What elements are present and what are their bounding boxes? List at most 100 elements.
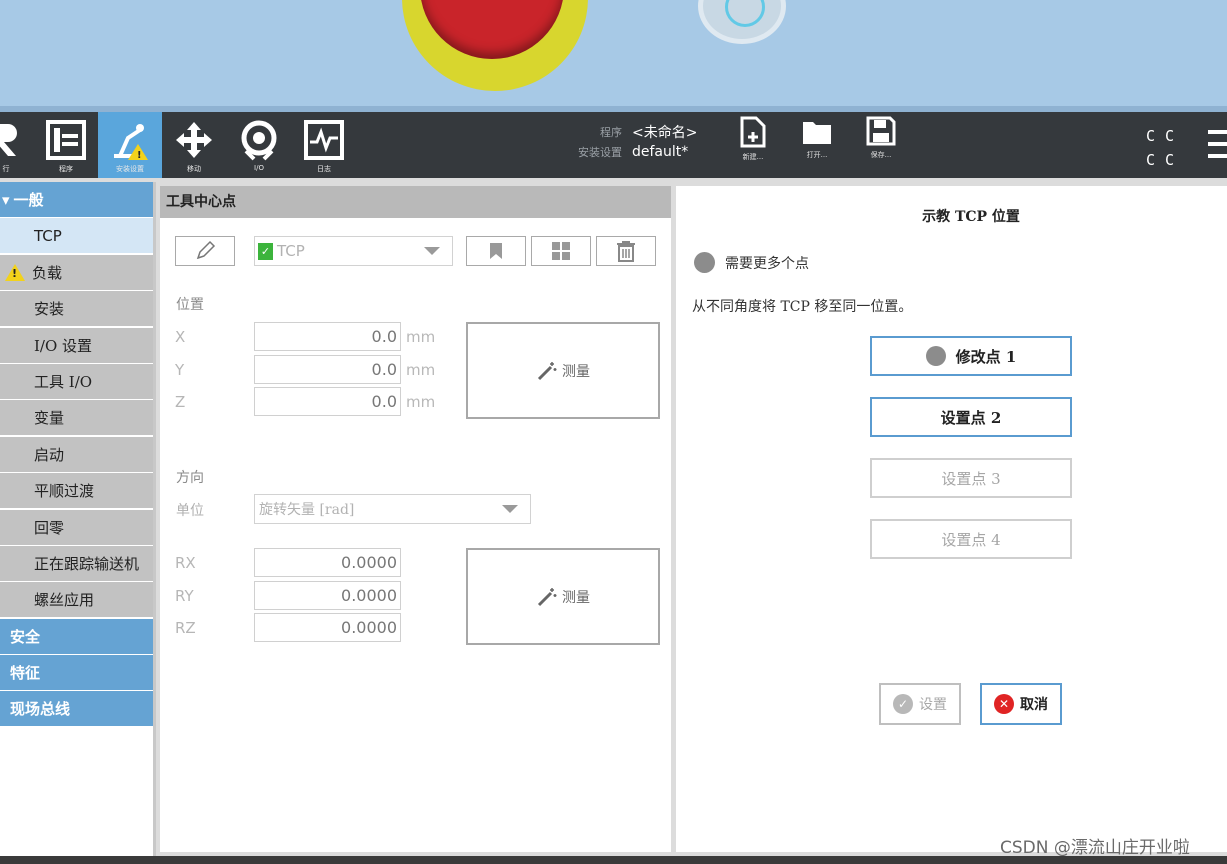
new-button[interactable]: 新建... bbox=[726, 116, 780, 178]
tcp-panel: 工具中心点 ✓ TCP 位置 X 0.0 mm Y 0.0 mm Z 0.0 m… bbox=[160, 186, 671, 852]
tcp-check-icon: ✓ bbox=[258, 243, 273, 260]
axis-label-rx: RX bbox=[175, 554, 196, 572]
sidebar: ▾一般 TCP 负载 安装 I/O 设置 工具 I/O 变量 启动 平顺过渡 回… bbox=[0, 182, 156, 864]
sidebar-item-tool-io[interactable]: 工具 I/O bbox=[0, 363, 153, 399]
power-button[interactable] bbox=[698, 0, 786, 44]
sidebar-item-variables[interactable]: 变量 bbox=[0, 400, 153, 436]
pendant-frame bbox=[0, 0, 1227, 112]
menu-icon[interactable] bbox=[1208, 130, 1227, 162]
orientation-rx-field[interactable]: 0.0000 bbox=[254, 548, 401, 577]
add-tcp-button[interactable] bbox=[531, 236, 591, 266]
sidebar-item-smooth-transition[interactable]: 平顺过渡 bbox=[0, 473, 153, 509]
sidebar-item-label: I/O 设置 bbox=[34, 336, 93, 355]
tab-move-label: 移动 bbox=[187, 165, 201, 173]
set-button[interactable]: ✓ 设置 bbox=[879, 683, 961, 725]
mode-indicator[interactable]: CC CC bbox=[1146, 124, 1190, 172]
set-default-button[interactable] bbox=[466, 236, 526, 266]
position-z-field[interactable]: 0.0 bbox=[254, 387, 401, 416]
unit-mm: mm bbox=[406, 361, 436, 379]
plus-grid-icon bbox=[552, 242, 570, 260]
point-3-button[interactable]: 设置点 3 bbox=[870, 458, 1072, 498]
point-1-button[interactable]: 修改点 1 bbox=[870, 336, 1072, 376]
sidebar-item-tcp[interactable]: TCP bbox=[0, 218, 153, 254]
measure-label: 测量 bbox=[562, 589, 590, 606]
sidebar-item-label: 负载 bbox=[32, 263, 63, 282]
rename-button[interactable] bbox=[175, 236, 235, 266]
axis-label-z: Z bbox=[175, 393, 186, 411]
rotation-unit-value: 旋转矢量 [rad] bbox=[259, 502, 355, 518]
orientation-label: 方向 bbox=[176, 470, 204, 486]
measure-label: 测量 bbox=[562, 363, 590, 380]
sidebar-item-screwdriving[interactable]: 螺丝应用 bbox=[0, 582, 153, 618]
open-button[interactable]: 打开... bbox=[790, 116, 844, 178]
sidebar-item-safety[interactable]: 安全 bbox=[0, 618, 153, 654]
warning-icon bbox=[5, 263, 25, 281]
mode-glyph: C bbox=[1146, 127, 1166, 145]
axis-label-x: X bbox=[175, 328, 186, 346]
sidebar-item-conveyor-tracking[interactable]: 正在跟踪输送机 bbox=[0, 545, 153, 581]
bookmark-icon bbox=[490, 243, 502, 259]
sidebar-item-startup[interactable]: 启动 bbox=[0, 436, 153, 472]
program-icon bbox=[44, 118, 88, 162]
install-key: 安装设置 bbox=[578, 146, 622, 159]
unit-mm: mm bbox=[406, 393, 436, 411]
orientation-rz-field[interactable]: 0.0000 bbox=[254, 613, 401, 642]
point-4-label: 设置点 4 bbox=[941, 530, 1001, 549]
point-2-button[interactable]: 设置点 2 bbox=[870, 397, 1072, 437]
rotation-unit-select[interactable]: 旋转矢量 [rad] bbox=[254, 494, 531, 524]
magic-wand-icon bbox=[537, 361, 557, 380]
point-4-button[interactable]: 设置点 4 bbox=[870, 519, 1072, 559]
program-info: 程序 <未命名> 安装设置 default* bbox=[560, 122, 720, 162]
axis-label-rz: RZ bbox=[175, 619, 196, 637]
tab-program[interactable]: 程序 bbox=[34, 112, 98, 178]
tab-move[interactable]: 移动 bbox=[162, 112, 226, 178]
save-button[interactable]: 保存... bbox=[854, 116, 908, 178]
position-y-field[interactable]: 0.0 bbox=[254, 355, 401, 384]
orientation-ry-field[interactable]: 0.0000 bbox=[254, 581, 401, 610]
axis-label-y: Y bbox=[175, 361, 185, 379]
measure-orientation-button[interactable]: 测量 bbox=[466, 548, 660, 645]
tcp-select[interactable]: ✓ TCP bbox=[254, 236, 453, 266]
sidebar-item-features[interactable]: 特征 bbox=[0, 655, 153, 691]
point-2-label: 设置点 2 bbox=[940, 408, 1002, 427]
instruction-text: 从不同角度将 TCP 移至同一位置。 bbox=[692, 299, 913, 315]
position-x-field[interactable]: 0.0 bbox=[254, 322, 401, 351]
tab-run[interactable]: 行 bbox=[0, 112, 38, 178]
sidebar-item-general[interactable]: ▾ 一般 bbox=[0, 182, 153, 217]
tab-io[interactable]: I/O bbox=[227, 112, 291, 178]
cancel-button[interactable]: ✕ 取消 bbox=[980, 683, 1062, 725]
sidebar-item-io-setup[interactable]: I/O 设置 bbox=[0, 327, 153, 363]
sidebar-item-label: 螺丝应用 bbox=[34, 591, 95, 610]
sidebar-item-fieldbus[interactable]: 现场总线 bbox=[0, 691, 153, 727]
run-icon bbox=[0, 118, 28, 162]
log-icon bbox=[302, 118, 346, 162]
svg-text:!: ! bbox=[137, 150, 142, 161]
unit-label: 单位 bbox=[176, 503, 204, 519]
mode-glyph: C bbox=[1165, 151, 1185, 169]
new-label: 新建... bbox=[742, 153, 764, 161]
sidebar-item-payload[interactable]: 负载 bbox=[0, 254, 153, 290]
save-icon bbox=[866, 116, 896, 146]
unit-mm: mm bbox=[406, 328, 436, 346]
open-label: 打开... bbox=[806, 151, 828, 159]
chevron-down-icon: ▾ bbox=[2, 190, 10, 209]
tab-io-label: I/O bbox=[254, 164, 264, 172]
close-circle-icon: ✕ bbox=[994, 694, 1014, 714]
sidebar-item-home[interactable]: 回零 bbox=[0, 509, 153, 545]
sidebar-item-label: 平顺过渡 bbox=[34, 482, 95, 501]
header-toolbar: 行 程序 ! 安装设置 移动 I/O 日志 程序 <未命名> 安装设置 defa… bbox=[0, 112, 1227, 178]
tab-installation[interactable]: ! 安装设置 bbox=[98, 112, 162, 178]
delete-tcp-button[interactable] bbox=[596, 236, 656, 266]
point-3-label: 设置点 3 bbox=[941, 469, 1001, 488]
point-1-label: 修改点 1 bbox=[955, 347, 1017, 366]
position-label: 位置 bbox=[176, 297, 204, 313]
status-dot-icon bbox=[694, 252, 715, 273]
new-file-icon bbox=[740, 116, 766, 148]
tab-installation-label: 安装设置 bbox=[116, 165, 144, 173]
teach-tcp-panel: 示教 TCP 位置 需要更多个点 从不同角度将 TCP 移至同一位置。 修改点 … bbox=[676, 186, 1227, 852]
sidebar-item-label: 特征 bbox=[10, 664, 41, 683]
sidebar-item-label: 启动 bbox=[34, 445, 65, 464]
tab-log[interactable]: 日志 bbox=[292, 112, 356, 178]
measure-position-button[interactable]: 测量 bbox=[466, 322, 660, 419]
sidebar-item-mounting[interactable]: 安装 bbox=[0, 291, 153, 327]
